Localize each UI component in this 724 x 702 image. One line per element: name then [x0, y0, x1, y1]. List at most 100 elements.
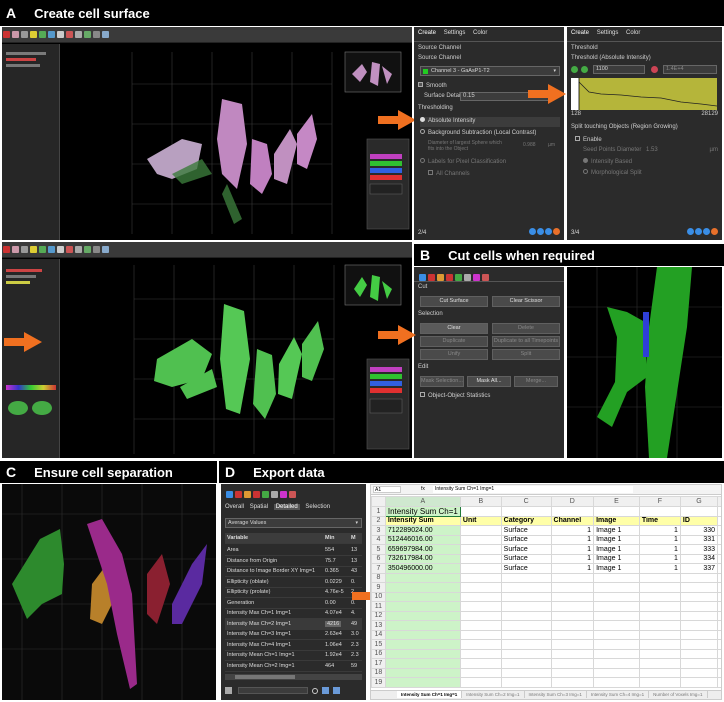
cell[interactable] — [500, 601, 552, 612]
cell[interactable] — [459, 525, 502, 536]
search-icon[interactable] — [312, 688, 319, 694]
stats-row[interactable]: Intensity Max Ch=3 Img=1 3.0 2.63e4 — [225, 629, 362, 640]
cell[interactable]: Image 1 — [593, 534, 640, 545]
cell[interactable] — [679, 629, 719, 640]
checkbox-checked-icon[interactable] — [418, 82, 423, 87]
row-header[interactable]: 8 — [371, 572, 386, 583]
morphological-split-radio[interactable]: Morphological Split — [583, 169, 718, 179]
cell[interactable]: 659697984.00 — [384, 544, 461, 555]
split-button[interactable]: Split — [492, 349, 560, 360]
sheet-tab[interactable]: Intensity Sum Ch=4 Img=1 — [587, 691, 650, 698]
tool-icon[interactable] — [3, 31, 10, 38]
tool-icon[interactable] — [482, 274, 489, 281]
cell[interactable] — [593, 505, 640, 517]
tool-icon[interactable] — [271, 491, 278, 498]
enable-checkbox-row[interactable]: Enable — [575, 136, 718, 146]
cell[interactable]: Surface — [500, 563, 552, 574]
pixel-classification-radio[interactable]: Labels for Pixel Classification — [420, 158, 560, 168]
column-header[interactable]: E — [593, 496, 640, 507]
cell[interactable]: Time — [638, 515, 681, 526]
export-icon[interactable] — [322, 687, 330, 694]
cell[interactable] — [459, 544, 502, 555]
cell[interactable]: 1 — [638, 544, 681, 555]
cell[interactable] — [679, 658, 719, 669]
object-stats-checkbox[interactable]: Object-Object Statistics — [420, 392, 560, 402]
threshold-right-input[interactable]: 1.4E+4 — [663, 65, 717, 74]
tool-icon[interactable] — [102, 31, 109, 38]
tool-icon[interactable] — [446, 274, 453, 281]
settings-icon[interactable] — [225, 687, 232, 694]
row-header[interactable]: 19 — [371, 677, 386, 688]
cell[interactable] — [550, 639, 595, 650]
cell[interactable] — [638, 505, 681, 517]
name-box[interactable]: A1 — [373, 486, 401, 493]
cell[interactable]: Surface — [500, 525, 552, 536]
row-header[interactable]: 15 — [371, 639, 386, 650]
stats-search-input[interactable] — [237, 687, 308, 694]
stats-row[interactable]: Intensity Mean Ch=2 Img=1 59 464 — [225, 661, 362, 672]
tool-icon[interactable] — [30, 31, 37, 38]
cell[interactable] — [550, 572, 595, 583]
all-channels-checkbox[interactable]: All Channels — [428, 170, 560, 180]
sheet-tab[interactable]: Intensity Sum Ch=1 Img=1 — [397, 691, 463, 698]
cell[interactable]: Surface — [500, 553, 552, 564]
cell[interactable] — [638, 610, 681, 621]
tool-icon[interactable] — [280, 491, 287, 498]
cell[interactable] — [679, 505, 719, 517]
tool-icon[interactable] — [66, 31, 73, 38]
delete-button[interactable]: Delete — [492, 323, 560, 334]
cell[interactable]: Unit — [459, 515, 502, 526]
tab-create[interactable]: Create — [571, 30, 589, 36]
cell[interactable]: 1 — [550, 553, 595, 564]
cell[interactable] — [459, 648, 502, 659]
cell[interactable] — [459, 591, 502, 602]
duplicate-all-timepoints-button[interactable]: Duplicate to all Timepoints — [492, 336, 560, 347]
row-header[interactable]: 18 — [371, 667, 386, 678]
cell[interactable] — [593, 582, 640, 593]
column-header[interactable]: A — [384, 496, 461, 507]
stats-row[interactable]: Intensity Mean Ch=1 Img=1 2.3 1.92e4 — [225, 650, 362, 661]
cell[interactable]: 1 — [638, 534, 681, 545]
tool-icon[interactable] — [48, 31, 55, 38]
cell[interactable] — [459, 582, 502, 593]
stats-row[interactable]: Distance to Image Border XY Img=1 43 0.365 — [225, 566, 362, 577]
column-header[interactable]: B — [459, 496, 502, 507]
back-icon[interactable] — [687, 228, 694, 235]
tool-icon[interactable] — [455, 274, 462, 281]
cell[interactable] — [459, 667, 502, 678]
tab-overall[interactable]: Overall — [225, 504, 244, 510]
tool-icon[interactable] — [253, 491, 260, 498]
tab-color[interactable]: Color — [626, 30, 640, 36]
cell[interactable] — [638, 591, 681, 602]
row-header[interactable]: 3 — [371, 525, 386, 536]
cell[interactable]: Image — [593, 515, 640, 526]
back-icon[interactable] — [529, 228, 536, 235]
threshold-histogram[interactable] — [571, 78, 717, 110]
row-header[interactable]: 14 — [371, 629, 386, 640]
tool-icon[interactable] — [66, 246, 73, 253]
tool-icon[interactable] — [419, 274, 426, 281]
cell[interactable] — [638, 601, 681, 612]
threshold-input[interactable]: 1100 — [593, 65, 645, 74]
cell[interactable] — [638, 658, 681, 669]
cell[interactable] — [550, 648, 595, 659]
cell[interactable] — [459, 677, 502, 688]
stats-dropdown[interactable]: Average Values ▾ — [225, 518, 362, 528]
tool-icon[interactable] — [39, 31, 46, 38]
tool-icon[interactable] — [235, 491, 242, 498]
cell[interactable] — [500, 582, 552, 593]
cell[interactable] — [550, 667, 595, 678]
merge-button[interactable]: Merge... — [514, 376, 558, 387]
cell[interactable] — [593, 629, 640, 640]
cell[interactable] — [384, 639, 461, 650]
cell[interactable]: Surface — [500, 534, 552, 545]
tool-icon[interactable] — [84, 31, 91, 38]
cell[interactable] — [459, 534, 502, 545]
cell[interactable]: Category — [500, 515, 552, 526]
cell[interactable] — [679, 677, 719, 688]
row-header[interactable]: 9 — [371, 582, 386, 593]
cell[interactable] — [550, 610, 595, 621]
tool-icon[interactable] — [102, 246, 109, 253]
cell[interactable] — [500, 591, 552, 602]
cell[interactable] — [384, 591, 461, 602]
